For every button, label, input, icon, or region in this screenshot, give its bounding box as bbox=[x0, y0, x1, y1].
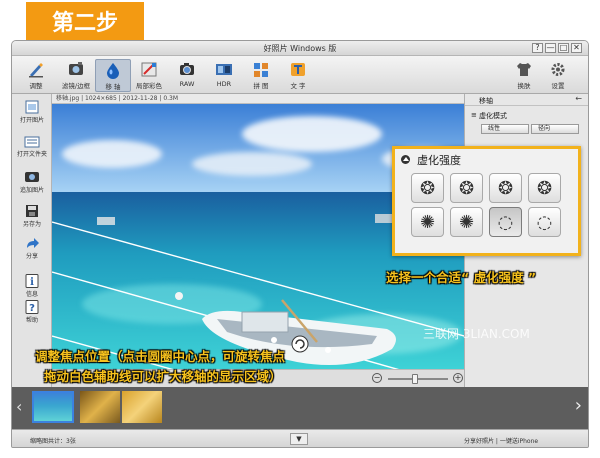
shirt-icon bbox=[515, 61, 533, 78]
screenshot-root: 第二步 好照片 Windows 版 ? — □ ✕ 调整 滤镜/边框 移 轴 局… bbox=[0, 0, 600, 458]
filter-icon bbox=[67, 61, 85, 78]
zoom-slider-thumb[interactable] bbox=[412, 374, 418, 384]
main-toolbar: 调整 滤镜/边框 移 轴 局部彩色 RAW HDR 拼 图 文 字 换肤 设置 bbox=[12, 56, 588, 94]
share-status[interactable]: 分享好照片 | 一键送iPhone bbox=[464, 436, 538, 445]
help-window-button[interactable]: ? bbox=[532, 43, 543, 53]
filmstrip: ‹ › bbox=[12, 387, 588, 429]
zoom-out-icon[interactable]: − bbox=[372, 373, 382, 383]
aperture-icon: ❂ bbox=[419, 177, 436, 199]
zoom-in-icon[interactable]: + bbox=[453, 373, 463, 383]
panel-title: 移轴 bbox=[479, 97, 493, 105]
filmstrip-next-button[interactable]: › bbox=[575, 395, 582, 416]
help-icon: ? bbox=[24, 300, 40, 314]
window-controls: ? — □ ✕ bbox=[532, 43, 582, 53]
watermark: 三联网 3LIAN.COM bbox=[423, 327, 530, 341]
thumbnail-1[interactable] bbox=[32, 391, 74, 423]
open-folder-button[interactable]: 打开文件夹 bbox=[12, 134, 52, 158]
tool-filter-border[interactable]: 滤镜/边框 bbox=[58, 59, 94, 92]
blur-mode-label: 虚化模式 bbox=[479, 112, 507, 120]
status-bar: 缩略图共计：3张 ▼ 分享好照片 | 一键送iPhone bbox=[12, 429, 588, 447]
info-button[interactable]: i 信息 bbox=[12, 274, 52, 298]
back-arrow-icon[interactable]: ← bbox=[575, 94, 582, 103]
tool-local-color[interactable]: 局部彩色 bbox=[131, 59, 167, 92]
blur-option-2[interactable]: ❂ bbox=[450, 173, 483, 203]
focus-hint-line2: 拖动白色辅助线可以扩大移轴的显示区域） bbox=[44, 369, 282, 384]
minimize-button[interactable]: — bbox=[545, 43, 556, 53]
pen-icon bbox=[27, 61, 45, 78]
tool-text[interactable]: 文 字 bbox=[280, 59, 316, 92]
focus-hint-line1: 调整焦点位置（点击圆圈中心点，可旋转焦点 bbox=[35, 349, 286, 364]
save-as-button[interactable]: 另存为 bbox=[12, 204, 52, 228]
aperture-icon: ❂ bbox=[497, 177, 514, 199]
svg-text:i: i bbox=[30, 277, 34, 288]
info-icon: i bbox=[24, 274, 40, 288]
aperture-icon: ✺ bbox=[419, 211, 436, 233]
step-badge: 第二步 bbox=[26, 2, 144, 40]
thumbnail-2[interactable] bbox=[80, 391, 120, 423]
aperture-icon: ◌ bbox=[497, 211, 514, 233]
save-icon bbox=[24, 204, 40, 218]
blur-option-6[interactable]: ✺ bbox=[450, 207, 483, 237]
raw-icon bbox=[178, 61, 196, 78]
tool-settings[interactable]: 设置 bbox=[540, 59, 576, 92]
blur-option-3[interactable]: ❂ bbox=[489, 173, 522, 203]
blur-option-7[interactable]: ◌ bbox=[489, 207, 522, 237]
help-button[interactable]: ? 帮助 bbox=[12, 300, 52, 324]
tool-raw[interactable]: RAW bbox=[169, 59, 205, 92]
collapse-arrow-icon[interactable] bbox=[401, 155, 410, 164]
share-button[interactable]: 分享 bbox=[12, 236, 52, 260]
close-button[interactable]: ✕ bbox=[571, 43, 582, 53]
section-icon: ≡ bbox=[471, 111, 477, 119]
tool-adjust[interactable]: 调整 bbox=[18, 59, 54, 92]
thumbnail-3[interactable] bbox=[122, 391, 162, 423]
image-info-bar: 移轴.jpg | 1024×685 | 2012-11-28 | 0.3M bbox=[52, 94, 464, 104]
blur-strength-popup: 虚化强度 ❂ ❂ ❂ ❂ ✺ ✺ ◌ ◌ bbox=[392, 146, 581, 256]
blur-option-1[interactable]: ❂ bbox=[411, 173, 444, 203]
aperture-icon: ❂ bbox=[536, 177, 553, 199]
left-sidebar: 打开图片 打开文件夹 追加图片 另存为 分享 i 信息 ? 帮助 bbox=[12, 94, 52, 387]
tool-tilt-shift[interactable]: 移 轴 bbox=[95, 59, 131, 92]
title-bar: 好照片 Windows 版 ? — □ ✕ bbox=[12, 41, 588, 56]
maximize-button[interactable]: □ bbox=[558, 43, 569, 53]
tool-collage[interactable]: 拼 图 bbox=[243, 59, 279, 92]
open-image-icon bbox=[24, 100, 40, 114]
gear-icon bbox=[549, 61, 567, 78]
tool-skin[interactable]: 换肤 bbox=[506, 59, 542, 92]
open-folder-icon bbox=[24, 134, 40, 148]
blur-option-5[interactable]: ✺ bbox=[411, 207, 444, 237]
collapse-filmstrip-button[interactable]: ▼ bbox=[290, 433, 308, 445]
zoom-slider[interactable] bbox=[388, 374, 448, 384]
thumbnail-count: 缩略图共计：3张 bbox=[30, 438, 76, 445]
collage-icon bbox=[252, 61, 270, 78]
blur-option-8[interactable]: ◌ bbox=[528, 207, 561, 237]
aperture-icon: ✺ bbox=[458, 211, 475, 233]
mode-tab-linear[interactable]: 线性 bbox=[481, 124, 529, 134]
add-image-icon bbox=[24, 170, 40, 184]
hdr-icon bbox=[215, 61, 233, 78]
add-image-button[interactable]: 追加图片 bbox=[12, 170, 52, 194]
share-icon bbox=[24, 236, 40, 250]
popup-title: 虚化强度 bbox=[417, 154, 461, 167]
panel-header: 移轴 ← bbox=[465, 94, 588, 106]
local-color-icon bbox=[140, 61, 158, 78]
text-icon bbox=[289, 61, 307, 78]
aperture-icon: ◌ bbox=[536, 211, 553, 233]
window-title: 好照片 Windows 版 bbox=[263, 44, 337, 53]
mode-tab-radial[interactable]: 径向 bbox=[531, 124, 579, 134]
blur-strength-callout: 选择一个合适“ 虚化强度 ” bbox=[386, 270, 537, 285]
tool-hdr[interactable]: HDR bbox=[206, 59, 242, 92]
aperture-icon: ❂ bbox=[458, 177, 475, 199]
drop-icon bbox=[104, 62, 122, 79]
filmstrip-prev-button[interactable]: ‹ bbox=[16, 397, 22, 416]
open-image-button[interactable]: 打开图片 bbox=[12, 100, 52, 124]
svg-text:?: ? bbox=[29, 303, 35, 314]
blur-option-4[interactable]: ❂ bbox=[528, 173, 561, 203]
